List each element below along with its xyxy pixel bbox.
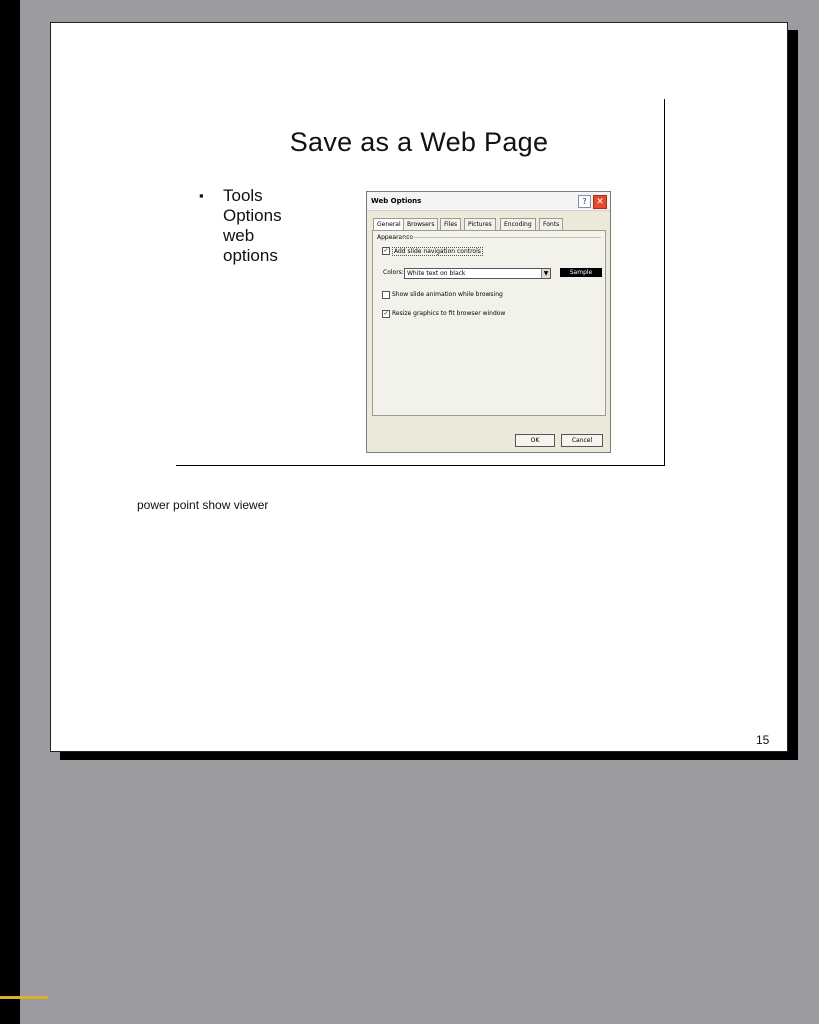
bullet-text: Tools Options web options bbox=[223, 186, 343, 266]
tab-browsers[interactable]: Browsers bbox=[403, 218, 439, 230]
ok-button[interactable]: OK bbox=[515, 434, 555, 447]
general-tab-panel: Appearance ✓ Add slide navigation contro… bbox=[372, 230, 606, 416]
web-options-dialog: Web Options ? ✕ General Browsers Files P… bbox=[366, 191, 611, 453]
tab-pictures[interactable]: Pictures bbox=[464, 218, 496, 230]
resize-graphics-label: Resize graphics to fit browser window bbox=[392, 310, 506, 317]
add-nav-checkbox[interactable]: ✓ bbox=[382, 247, 390, 255]
bullet-dot-icon: ▪ bbox=[199, 188, 204, 203]
dialog-title: Web Options bbox=[371, 197, 422, 205]
notes-page: Save as a Web Page ▪ Tools Options web o… bbox=[50, 22, 788, 752]
help-icon[interactable]: ? bbox=[578, 195, 591, 208]
add-nav-label: Add slide navigation controls bbox=[392, 247, 483, 256]
sample-swatch: Sample bbox=[560, 268, 602, 277]
left-dark-strip bbox=[0, 0, 20, 1024]
tab-encoding[interactable]: Encoding bbox=[500, 218, 536, 230]
speaker-notes: power point show viewer bbox=[137, 498, 269, 512]
tab-general[interactable]: General bbox=[373, 218, 405, 230]
tab-fonts[interactable]: Fonts bbox=[539, 218, 564, 230]
show-animation-checkbox[interactable] bbox=[382, 291, 390, 299]
bullet-line: web bbox=[223, 226, 255, 245]
group-divider bbox=[401, 237, 601, 238]
close-icon[interactable]: ✕ bbox=[593, 195, 607, 209]
cancel-button[interactable]: Cancel bbox=[561, 434, 603, 447]
page-number: 15 bbox=[756, 733, 770, 747]
chevron-down-icon[interactable]: ▼ bbox=[541, 269, 550, 278]
bullet-line: Tools bbox=[223, 186, 263, 205]
slide-title: Save as a Web Page bbox=[289, 127, 549, 157]
tab-files[interactable]: Files bbox=[440, 218, 462, 230]
colors-label: Colors: bbox=[383, 269, 404, 276]
accent-line bbox=[0, 996, 48, 999]
resize-graphics-checkbox[interactable]: ✓ bbox=[382, 310, 390, 318]
bullet-line: options bbox=[223, 246, 278, 265]
bullet-line: Options bbox=[223, 206, 282, 225]
dialog-titlebar: Web Options ? ✕ bbox=[367, 192, 610, 211]
colors-select[interactable]: White text on black ▼ bbox=[404, 268, 551, 279]
colors-value: White text on black bbox=[407, 270, 466, 277]
show-animation-label: Show slide animation while browsing bbox=[392, 291, 503, 298]
